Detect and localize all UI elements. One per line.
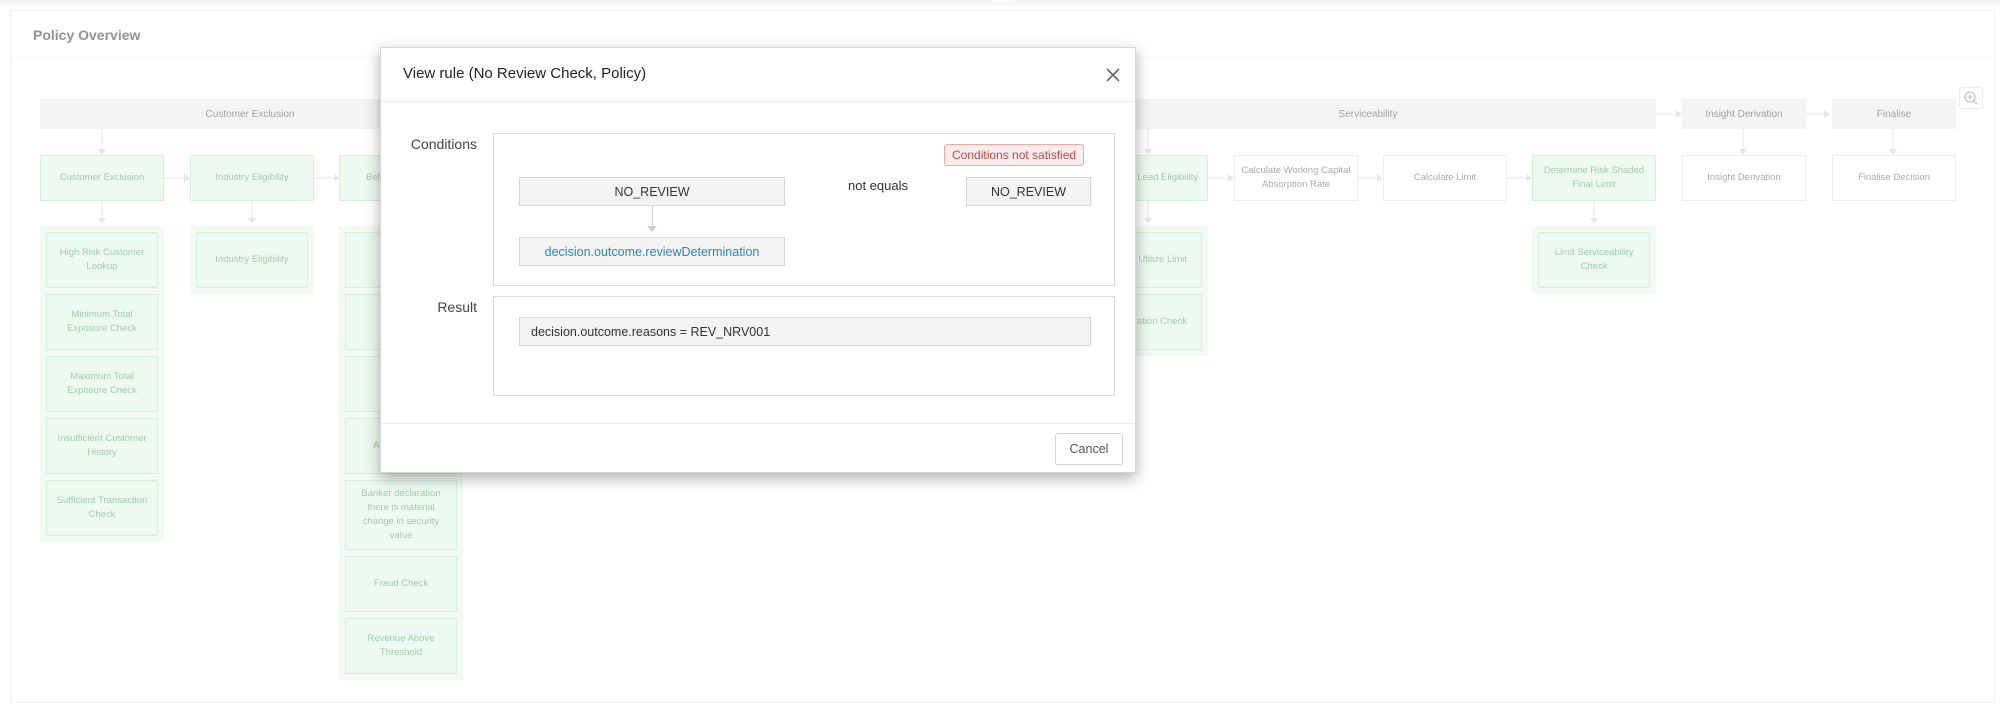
- modal-header: View rule (No Review Check, Policy): [381, 48, 1135, 102]
- left-operand-path-link[interactable]: decision.outcome.reviewDetermination: [519, 237, 785, 266]
- modal-footer-divider: [381, 423, 1135, 424]
- result-box: decision.outcome.reasons = REV_NRV001: [493, 296, 1115, 396]
- cancel-button[interactable]: Cancel: [1055, 433, 1123, 465]
- result-expression: decision.outcome.reasons = REV_NRV001: [519, 317, 1091, 346]
- operator-label: not equals: [848, 178, 908, 193]
- result-label: Result: [437, 299, 477, 315]
- modal-title: View rule (No Review Check, Policy): [403, 65, 647, 82]
- view-rule-modal: View rule (No Review Check, Policy) Cond…: [380, 47, 1136, 473]
- operand-connector-arrow: [647, 226, 657, 232]
- left-operand: NO_REVIEW: [519, 177, 785, 206]
- conditions-box: Conditions not satisfied NO_REVIEW decis…: [493, 133, 1115, 286]
- conditions-label: Conditions: [410, 136, 477, 152]
- status-badge: Conditions not satisfied: [944, 144, 1085, 166]
- right-operand: NO_REVIEW: [966, 177, 1091, 206]
- close-icon[interactable]: [1105, 67, 1121, 83]
